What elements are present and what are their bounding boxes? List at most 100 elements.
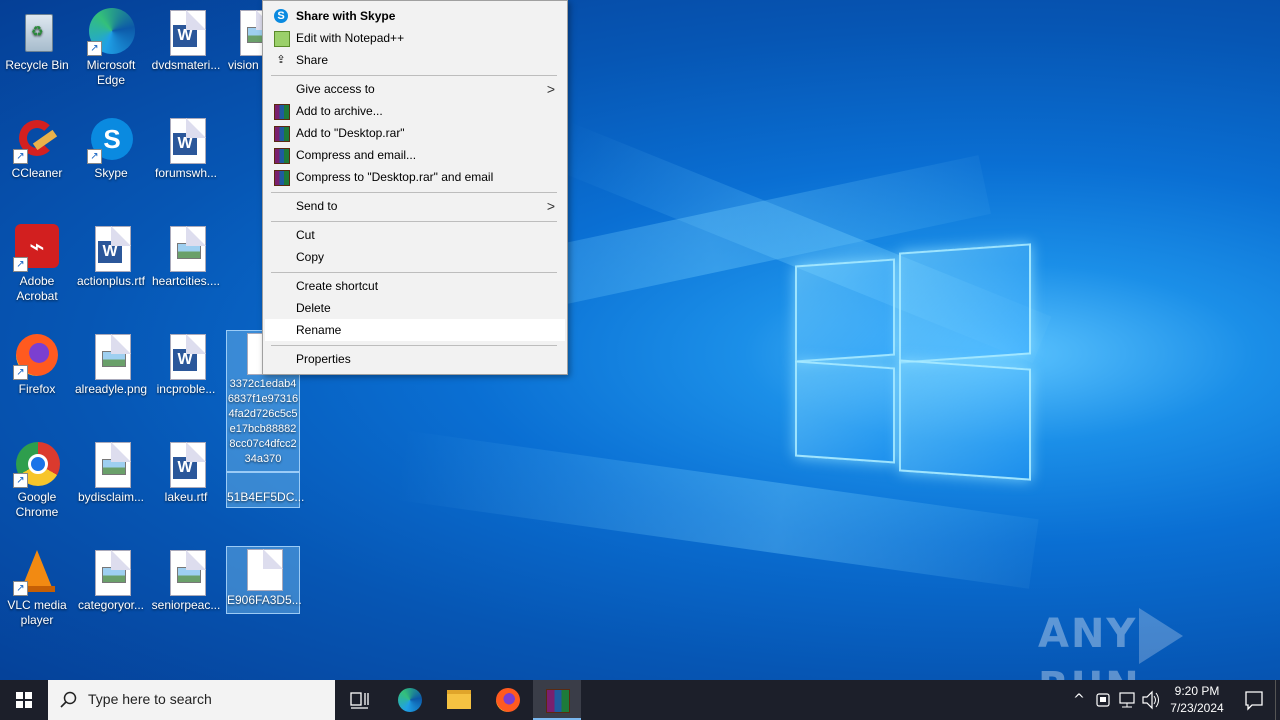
menu-item-compress-and-email[interactable]: Compress and email... [265, 144, 565, 166]
windows-start-icon [16, 692, 32, 708]
taskbar-edge-button[interactable] [386, 680, 434, 720]
desktop-icon-firefox[interactable]: ↗ Firefox [1, 332, 73, 397]
desktop-icon-forumswh[interactable]: W forumswh... [150, 116, 222, 181]
notification-icon [1245, 691, 1263, 711]
desktop-icon-vlc[interactable]: ↗ VLC media player [1, 548, 73, 628]
image-file-icon [162, 224, 210, 272]
taskbar-search-box[interactable]: Type here to search [48, 680, 335, 720]
desktop-icon-seniorpeac[interactable]: seniorpeac... [150, 548, 222, 613]
menu-item-label: Give access to [296, 82, 375, 96]
taskbar-file-explorer-button[interactable] [435, 680, 483, 720]
edge-icon: ↗ [87, 8, 135, 56]
clock-time: 9:20 PM [1174, 684, 1220, 698]
word-doc-icon: W [162, 332, 210, 380]
desktop-icon-dvdsmateri[interactable]: W dvdsmateri... [150, 8, 222, 73]
menu-item-label: Rename [296, 323, 342, 337]
chrome-icon: ↗ [13, 440, 61, 488]
taskbar-winrar-button[interactable] [533, 680, 581, 720]
show-desktop-button[interactable] [1275, 680, 1280, 720]
menu-item-add-to-archive[interactable]: Add to archive... [265, 100, 565, 122]
menu-item-edit-with-notepadpp[interactable]: Edit with Notepad++ [265, 27, 565, 49]
acrobat-icon: ⌁ ↗ [13, 224, 61, 272]
recycle-bin-icon: ♻ [13, 8, 61, 56]
menu-separator [271, 75, 557, 76]
search-icon [60, 691, 77, 708]
vlc-icon: ↗ [13, 548, 61, 596]
windows-logo-wallpaper [795, 240, 1031, 481]
menu-item-cut[interactable]: Cut [265, 224, 565, 246]
context-menu: S Share with Skype Edit with Notepad++ ⇪… [262, 0, 568, 375]
image-file-icon [162, 548, 210, 596]
firefox-icon: ↗ [13, 332, 61, 380]
menu-item-compress-to-desktop-rar-and-email[interactable]: Compress to "Desktop.rar" and email [265, 166, 565, 188]
menu-item-label: Create shortcut [296, 279, 379, 293]
desktop-icon-adobe-acrobat[interactable]: ⌁ ↗ Adobe Acrobat [1, 224, 73, 304]
menu-item-label: Add to archive... [296, 104, 383, 118]
desktop-icon-skype[interactable]: S ↗ Skype [75, 116, 147, 181]
desktop-icon-ccleaner[interactable]: ↗ CCleaner [1, 116, 73, 181]
winrar-icon [274, 148, 290, 164]
menu-item-copy[interactable]: Copy [265, 246, 565, 268]
menu-item-create-shortcut[interactable]: Create shortcut [265, 275, 565, 297]
volume-icon [1142, 690, 1159, 710]
menu-item-label: Compress to "Desktop.rar" and email [296, 170, 494, 184]
desktop-icon-categoryor[interactable]: categoryor... [75, 548, 147, 613]
task-view-button[interactable] [336, 680, 384, 720]
desktop[interactable]: ANYRUN ♻ Recycle Bin ↗ CCleaner ⌁ ↗ Adob… [0, 0, 1280, 680]
menu-item-delete[interactable]: Delete [265, 297, 565, 319]
desktop-icon-lakeu[interactable]: W lakeu.rtf [150, 440, 222, 505]
menu-item-label: Send to [296, 199, 338, 213]
desktop-icon-heartcities[interactable]: heartcities.... [150, 224, 222, 289]
chevron-right-icon: > [546, 81, 555, 97]
desktop-icon-incproble[interactable]: W incproble... [150, 332, 222, 397]
menu-item-send-to[interactable]: Send to > [265, 195, 565, 217]
start-button[interactable] [0, 680, 48, 720]
word-doc-icon: W [87, 224, 135, 272]
desktop-icon-51b4ef5dc[interactable]: 51B4EF5DC... [226, 472, 304, 508]
menu-item-label: Cut [296, 228, 315, 242]
desktop-icon-alreadyle[interactable]: alreadyle.png [75, 332, 147, 397]
ccleaner-icon: ↗ [13, 116, 61, 164]
search-placeholder: Type here to search [88, 691, 212, 707]
skype-icon: S [274, 9, 288, 23]
device-icon [1096, 693, 1110, 707]
desktop-icon-recycle-bin[interactable]: ♻ Recycle Bin [1, 8, 73, 73]
desktop-icon-bydisclaim[interactable]: bydisclaim... [75, 440, 147, 505]
menu-item-label: Delete [296, 301, 331, 315]
folder-icon [447, 690, 471, 709]
tray-network-button[interactable] [1116, 680, 1138, 720]
clock-date: 7/23/2024 [1170, 701, 1224, 715]
winrar-icon [274, 126, 290, 142]
menu-item-add-to-desktop-rar[interactable]: Add to "Desktop.rar" [265, 122, 565, 144]
menu-separator [271, 192, 557, 193]
menu-item-rename[interactable]: Rename [265, 319, 565, 341]
menu-item-share[interactable]: ⇪ Share [265, 49, 565, 71]
menu-item-label: Compress and email... [296, 148, 417, 162]
menu-item-label: Edit with Notepad++ [296, 31, 405, 45]
desktop-icon-actionplus[interactable]: W actionplus.rtf [75, 224, 147, 289]
taskbar-firefox-button[interactable] [484, 680, 532, 720]
blank-file-icon [239, 547, 287, 591]
taskbar-clock[interactable]: 9:20 PM 7/23/2024 [1162, 683, 1232, 717]
show-hidden-icons-button[interactable]: ^ [1068, 680, 1090, 720]
desktop-icon-microsoft-edge[interactable]: ↗ Microsoft Edge [75, 8, 147, 88]
skype-icon: S ↗ [87, 116, 135, 164]
menu-item-give-access-to[interactable]: Give access to > [265, 78, 565, 100]
winrar-icon [274, 170, 290, 186]
tray-volume-button[interactable] [1140, 680, 1162, 720]
notepadpp-icon [274, 31, 290, 47]
menu-item-label: Add to "Desktop.rar" [296, 126, 405, 140]
anyrun-watermark: ANYRUN [1038, 608, 1280, 680]
desktop-icon-google-chrome[interactable]: ↗ Google Chrome [1, 440, 73, 520]
action-center-button[interactable] [1234, 680, 1274, 720]
menu-item-properties[interactable]: Properties [265, 348, 565, 370]
menu-separator [271, 345, 557, 346]
network-icon [1119, 692, 1135, 708]
winrar-icon [546, 689, 570, 713]
firefox-icon [496, 688, 520, 712]
menu-item-share-with-skype[interactable]: S Share with Skype [265, 5, 565, 27]
tray-device-button[interactable] [1092, 680, 1114, 720]
desktop-icon-e906fa3d5[interactable]: E906FA3D5... [226, 546, 302, 614]
desktop-icon-vision[interactable]: vision [226, 8, 266, 73]
share-icon: ⇪ [276, 54, 286, 66]
